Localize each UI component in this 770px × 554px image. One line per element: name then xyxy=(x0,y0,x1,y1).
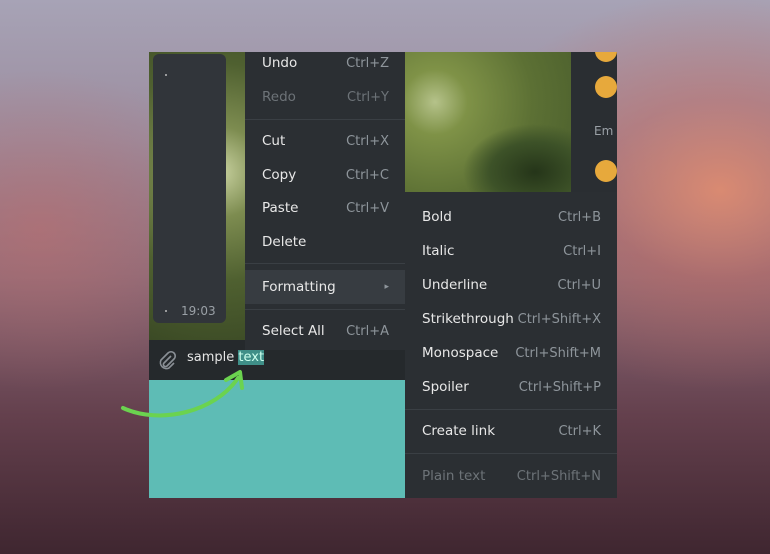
green-arrow-annotation xyxy=(121,370,244,418)
